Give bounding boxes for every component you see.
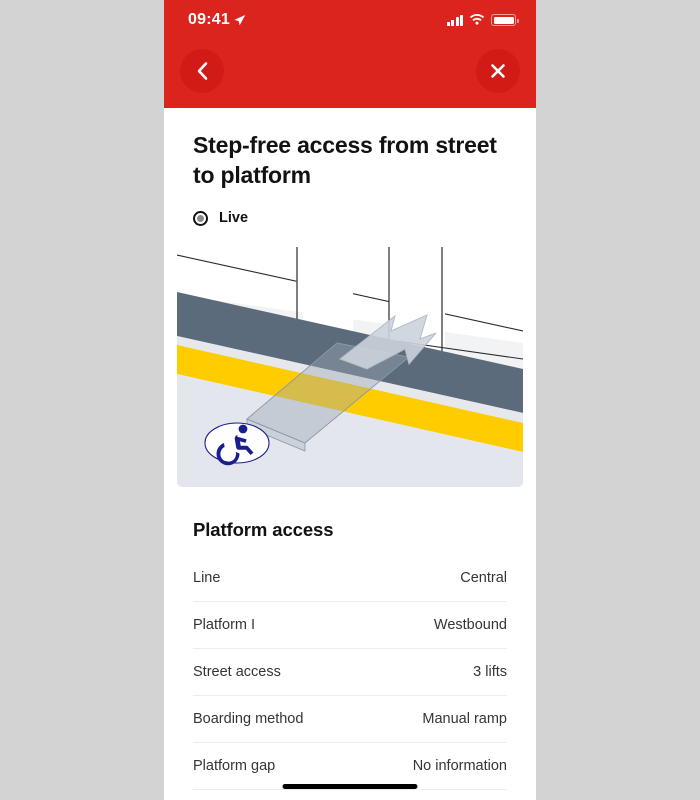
row-label: Platform I <box>193 617 256 633</box>
row-value: Westbound <box>433 617 507 633</box>
row-value: Manual ramp <box>422 711 507 727</box>
home-indicator-bar[interactable] <box>282 784 418 789</box>
status-bar: 09:41 <box>164 0 536 40</box>
row-value: No information <box>412 758 507 774</box>
detail-content: Step-free access from street to platform… <box>164 108 536 790</box>
chevron-left-icon <box>197 62 207 80</box>
row-label: Street access <box>193 664 281 680</box>
back-button[interactable] <box>180 49 224 93</box>
status-bar-time-group: 09:41 <box>188 11 246 29</box>
live-status-label: Live <box>219 210 249 226</box>
section-heading: Platform access <box>193 519 334 540</box>
phone-screen: 09:41 Step-free access from street to pl… <box>164 0 536 800</box>
status-bar-time: 09:41 <box>188 11 230 28</box>
table-row: Line Central <box>193 555 507 602</box>
wifi-icon <box>469 14 485 25</box>
live-status-badge: Live <box>164 190 536 226</box>
row-value: Central <box>460 570 507 586</box>
step-free-platform-access-illustration <box>177 247 523 487</box>
row-label: Boarding method <box>193 711 304 727</box>
row-label: Line <box>193 570 221 586</box>
cellular-signal-icon <box>446 14 463 26</box>
platform-access-table: Line Central Platform I Westbound Street… <box>164 555 536 790</box>
battery-full-icon <box>491 14 519 26</box>
close-button[interactable] <box>476 49 520 93</box>
table-row: Street access 3 lifts <box>193 649 507 696</box>
table-row: Boarding method Manual ramp <box>193 696 507 743</box>
illustration-canvas <box>177 247 523 487</box>
table-row: Platform I Westbound <box>193 602 507 649</box>
header-nav-row <box>164 40 536 108</box>
app-header: 09:41 <box>164 0 536 108</box>
page-title: Step-free access from street to platform <box>193 132 497 188</box>
close-x-icon <box>491 64 505 78</box>
row-value: 3 lifts <box>473 664 507 680</box>
status-bar-icons <box>446 14 519 26</box>
live-dot-icon <box>193 210 208 226</box>
table-row: Platform gap No information <box>193 743 507 790</box>
row-label: Platform gap <box>193 758 276 774</box>
location-arrow-icon <box>234 14 246 25</box>
